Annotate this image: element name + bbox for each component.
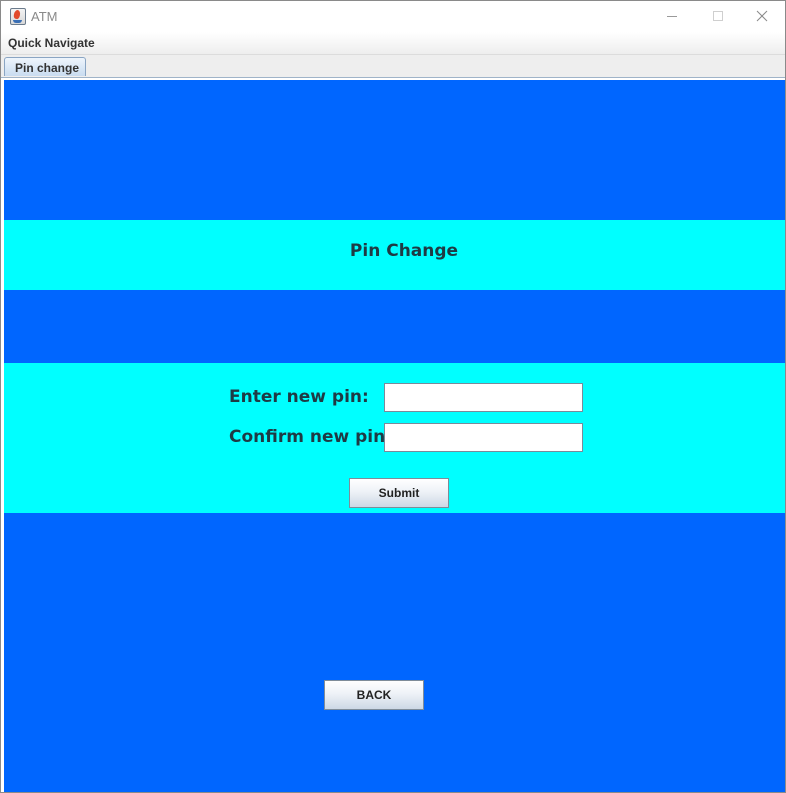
tab-label: Pin change	[15, 61, 80, 75]
tab-strip: Pin change	[1, 55, 785, 78]
menu-quick-navigate[interactable]: Quick Navigate	[8, 36, 95, 50]
atm-window: ATM Quick Navigate Pin change Pin Change…	[0, 0, 786, 793]
confirm-pin-field[interactable]	[384, 423, 583, 452]
menu-bar: Quick Navigate	[1, 32, 785, 55]
submit-button[interactable]: Submit	[349, 478, 449, 508]
heading-band: Pin Change	[4, 220, 785, 290]
title-bar[interactable]: ATM	[1, 1, 785, 32]
java-cup-icon	[10, 8, 26, 25]
close-icon	[756, 10, 768, 22]
close-button[interactable]	[739, 1, 785, 32]
tab-pin-change[interactable]: Pin change	[4, 57, 86, 76]
pin-change-panel: Pin Change Enter new pin: Confirm new pi…	[4, 80, 785, 792]
page-title: Pin Change	[349, 241, 459, 261]
confirm-pin-label: Confirm new pin:	[229, 427, 393, 447]
new-pin-field[interactable]	[384, 383, 583, 412]
minimize-button[interactable]	[649, 1, 695, 32]
pin-form-band: Enter new pin: Confirm new pin: Submit	[4, 363, 785, 513]
back-button[interactable]: BACK	[324, 680, 424, 710]
maximize-button[interactable]	[695, 1, 741, 32]
new-pin-label: Enter new pin:	[229, 387, 369, 407]
window-title: ATM	[31, 9, 58, 24]
